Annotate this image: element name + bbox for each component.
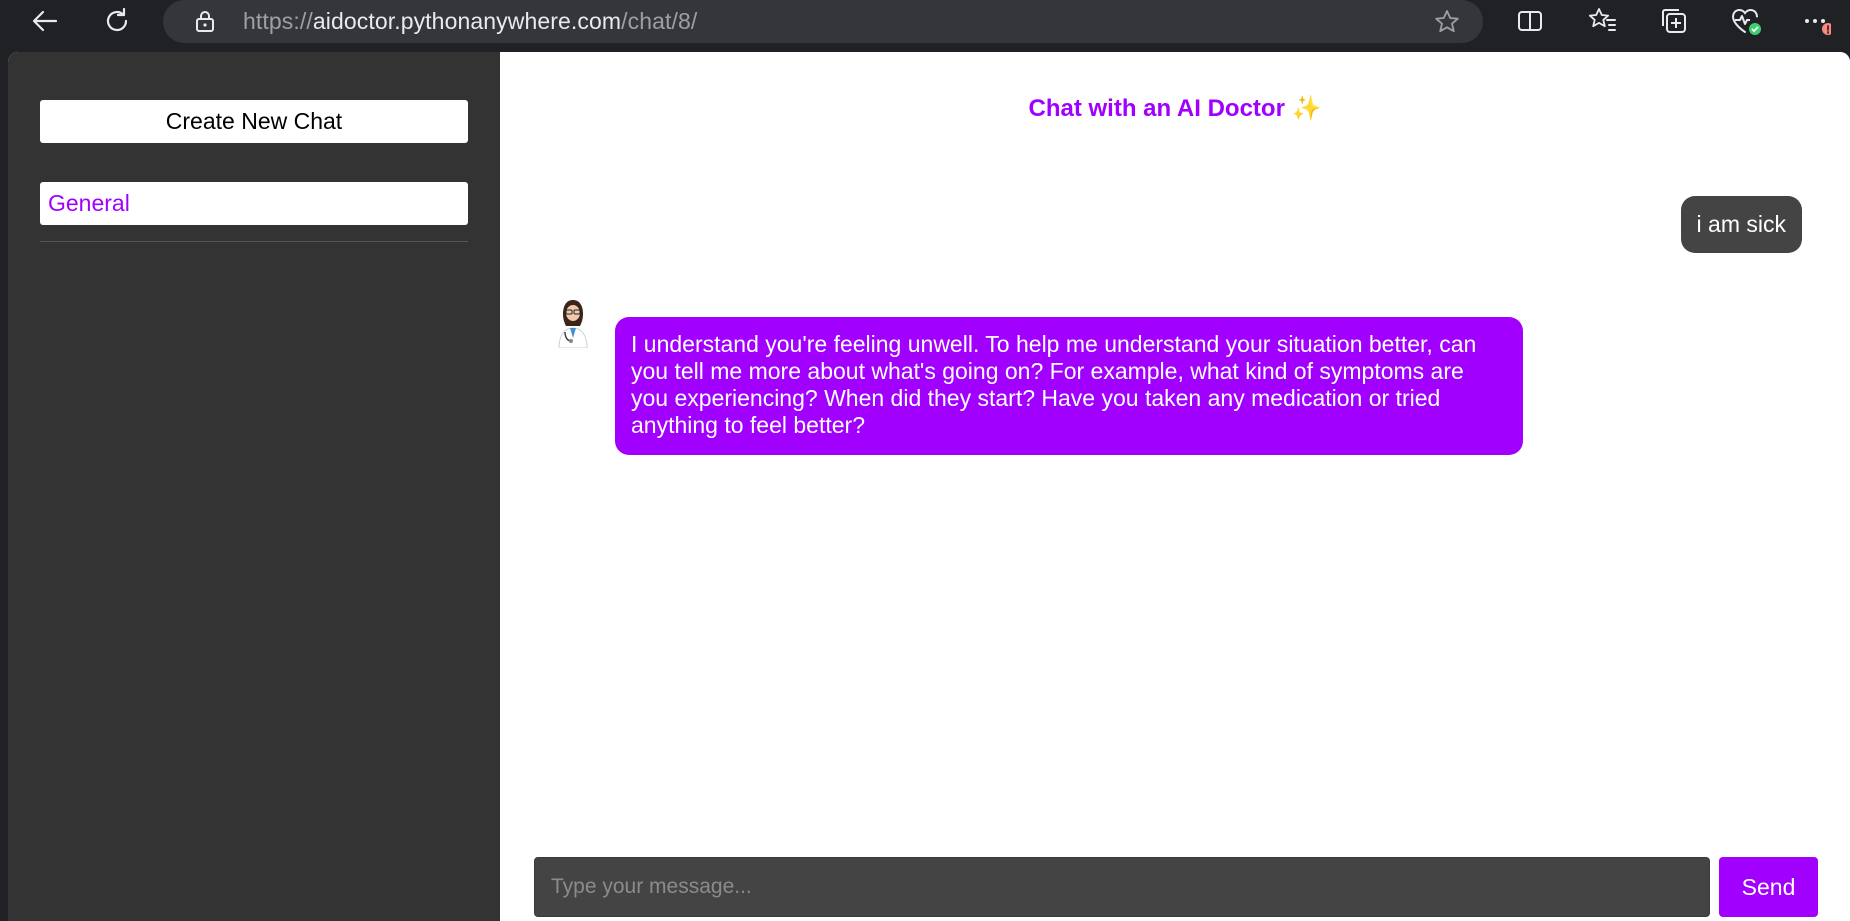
page-viewport: Create New Chat General Chat with an AI … [8,52,1850,921]
message-input[interactable] [534,857,1710,917]
url-text[interactable]: https://aidoctor.pythonanywhere.com/chat… [243,8,697,35]
back-icon[interactable] [26,2,64,40]
lock-icon[interactable] [193,9,217,33]
favorites-icon[interactable] [1583,2,1621,40]
sidebar-divider [40,241,468,242]
refresh-icon[interactable] [98,2,136,40]
browser-toolbar: https://aidoctor.pythonanywhere.com/chat… [0,0,1850,52]
sparkles-icon: ✨ [1291,95,1322,122]
address-bar[interactable]: https://aidoctor.pythonanywhere.com/chat… [163,0,1483,43]
more-options-icon[interactable] [1797,2,1835,40]
create-new-chat-button[interactable]: Create New Chat [40,100,468,143]
user-message-bubble: i am sick [1680,196,1802,253]
doctor-avatar-icon [555,296,591,349]
split-screen-icon[interactable] [1511,2,1549,40]
chat-item-general[interactable]: General [40,182,468,225]
favorite-star-icon[interactable] [1433,8,1461,41]
message-composer: Send [534,857,1818,917]
chat-title-text: Chat with an AI Doctor [1028,95,1285,122]
browser-essentials-icon[interactable] [1727,2,1765,40]
collections-icon[interactable] [1655,2,1693,40]
chat-list: General [40,182,468,225]
sidebar: Create New Chat General [8,52,500,921]
page-title: Chat with an AI Doctor ✨ [500,94,1850,123]
send-button[interactable]: Send [1719,857,1818,917]
assistant-message-bubble: I understand you're feeling unwell. To h… [615,317,1523,455]
chat-panel: Chat with an AI Doctor ✨ i am sick I und… [500,52,1850,921]
